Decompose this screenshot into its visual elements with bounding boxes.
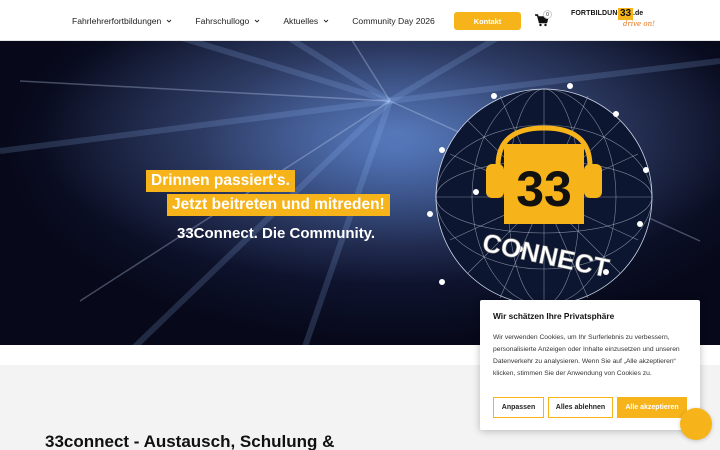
nav-item-aktuelles[interactable]: Aktuelles — [283, 16, 329, 26]
logo-brand: FORTBILDUNG — [571, 10, 624, 17]
hero-headline-line2: Jetzt beitreten und mitreden! — [167, 194, 390, 216]
site-logo[interactable]: FORTBILDUNG 33 .de drive on! — [571, 8, 663, 34]
nav-item-label: Community Day 2026 — [352, 15, 435, 26]
chevron-down-icon — [167, 19, 172, 23]
connect-globe-graphic: 33 CONNECT — [427, 83, 653, 311]
cookie-customize-button[interactable]: Anpassen — [493, 397, 544, 418]
main-nav: Fahrlehrerfortbildungen Fahrschullogo Ak… — [72, 0, 435, 41]
nav-item-label: Aktuelles — [283, 15, 319, 26]
hero-headline-line1: Drinnen passiert's. — [146, 170, 295, 192]
intro-heading: 33connect - Austausch, Schulung & — [45, 432, 335, 450]
nav-item-fahrschullogo[interactable]: Fahrschullogo — [195, 16, 260, 26]
chevron-down-icon — [255, 19, 260, 23]
kontakt-button[interactable]: Kontakt — [454, 12, 521, 30]
cookie-reject-button[interactable]: Alles ablehnen — [548, 397, 613, 418]
cookie-text: Wir verwenden Cookies, um Ihr Surferlebn… — [493, 334, 680, 377]
logo-tld: .de — [633, 10, 644, 17]
globe-number: 33 — [516, 161, 572, 217]
cookie-title: Wir schätzen Ihre Privatsphäre — [493, 311, 615, 321]
nav-item-community-day[interactable]: Community Day 2026 — [352, 16, 435, 26]
logo-tagline: drive on! — [623, 20, 655, 28]
chat-widget-button[interactable] — [680, 408, 712, 440]
cookie-accept-button[interactable]: Alle akzeptieren — [617, 397, 687, 418]
nav-item-label: Fahrschullogo — [195, 15, 250, 26]
cookie-button-row: Anpassen Alles ablehnen Alle akzeptieren — [493, 397, 687, 418]
site-header: Fahrlehrerfortbildungen Fahrschullogo Ak… — [0, 0, 720, 41]
nav-item-label: Fahrlehrerfortbildungen — [72, 15, 162, 26]
nav-item-fahrlehrerfortbildungen[interactable]: Fahrlehrerfortbildungen — [72, 16, 172, 26]
hero-subline: 33Connect. Die Community. — [177, 225, 376, 242]
cookie-consent-dialog: Wir schätzen Ihre Privatsphäre Wir verwe… — [480, 300, 700, 430]
logo-number: 33 — [618, 8, 634, 20]
chevron-down-icon — [323, 19, 329, 23]
cart-count-badge: 0 — [543, 10, 552, 19]
